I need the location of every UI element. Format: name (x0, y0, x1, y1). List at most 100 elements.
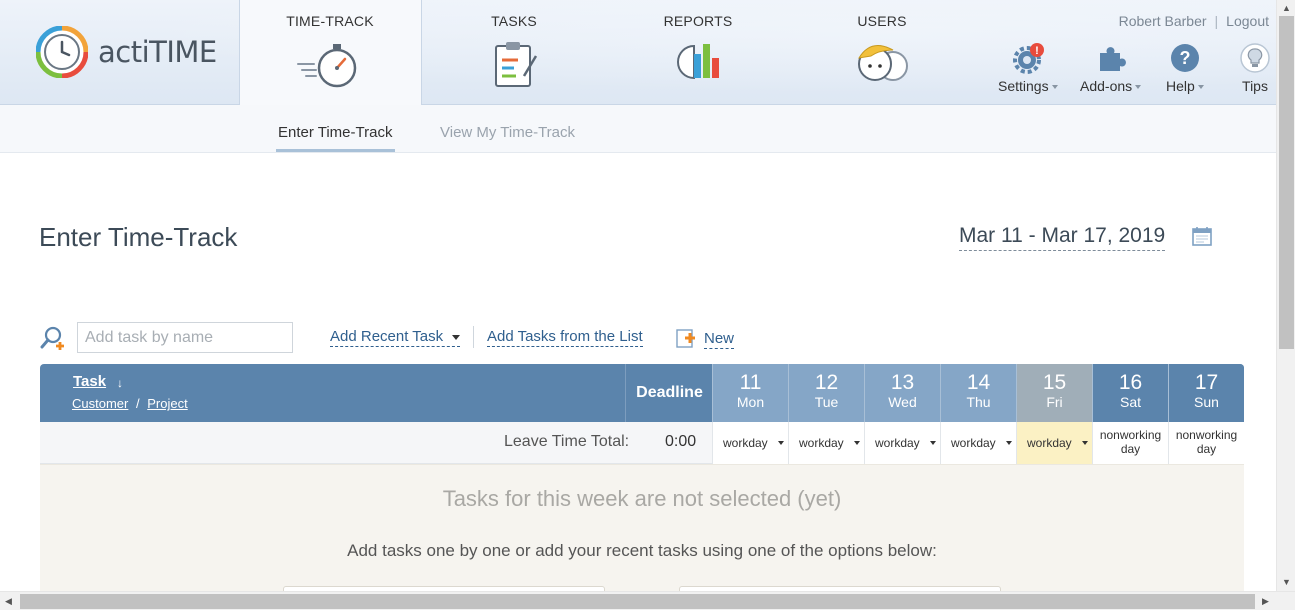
day-header-tue: 12 Tue (788, 364, 864, 422)
day-status-label: workday (875, 436, 920, 450)
day-header-sun: 17 Sun (1168, 364, 1244, 422)
help-label: Help (1166, 78, 1195, 94)
customer-project-header: Customer / Project (72, 396, 188, 411)
puzzle-icon (1099, 47, 1126, 71)
day-status-wed[interactable]: workday (864, 422, 940, 464)
page-title: Enter Time-Track (39, 222, 238, 252)
empty-state-title: Tasks for this week are not selected (ye… (442, 486, 842, 511)
chevron-down-icon (778, 441, 784, 445)
tab-users-label: USERS (857, 13, 907, 29)
calendar-icon[interactable] (1191, 225, 1213, 247)
svg-text:!: ! (1035, 45, 1039, 57)
grid-header: Task ↓ Customer / Project Deadline 11 Mon… (40, 364, 1244, 422)
day-number: 15 (1042, 371, 1067, 394)
day-status-thu[interactable]: workday (940, 422, 1016, 464)
chevron-down-icon (452, 334, 461, 340)
day-number: 14 (966, 371, 991, 394)
empty-state-subtitle: Add tasks one by one or add your recent … (347, 541, 937, 560)
tips-button[interactable]: Tips (1240, 42, 1270, 94)
addons-label: Add-ons (1080, 78, 1133, 94)
chevron-down-icon (930, 441, 936, 445)
customer-project-separator: / (135, 396, 140, 411)
tab-tasks-label: TASKS (491, 13, 537, 29)
tab-time-track-label: TIME-TRACK (286, 13, 374, 29)
day-status-fri[interactable]: workday (1016, 422, 1092, 464)
chevron-down-icon (1197, 85, 1204, 90)
clipboard-icon (495, 42, 538, 87)
page: actiTIME TIME-TRACK TASKS REPORTS USERS … (0, 0, 1295, 610)
sub-navigation (0, 105, 1276, 153)
day-status-tue[interactable]: workday (788, 422, 864, 464)
help-menu[interactable]: ? Help (1166, 42, 1204, 94)
scroll-down-icon[interactable]: ▼ (1282, 577, 1291, 587)
day-status-label: workday (799, 436, 844, 450)
chevron-down-icon (1051, 85, 1058, 90)
vertical-scroll-thumb[interactable] (1279, 16, 1294, 349)
tab-reports[interactable]: REPORTS (623, 0, 773, 104)
new-task-icon[interactable] (676, 327, 698, 349)
day-name: Sun (1194, 394, 1219, 410)
chevron-down-icon (1135, 85, 1142, 90)
leave-time-label: Leave Time Total: (504, 433, 630, 450)
time-track-grid: Task ↓ Customer / Project Deadline 11 Mon… (40, 364, 1244, 610)
help-icon: ? (1170, 44, 1199, 72)
tips-label: Tips (1242, 78, 1268, 94)
scroll-right-icon[interactable]: ▶ (1262, 596, 1269, 607)
task-sort-header[interactable]: Task (73, 373, 106, 390)
toolbar-divider (473, 326, 474, 348)
day-status-mon[interactable]: workday (712, 422, 788, 464)
project-sort-link[interactable]: Project (147, 396, 187, 411)
empty-tasks-panel: Tasks for this week are not selected (ye… (40, 464, 1244, 610)
subtab-enter-time-track[interactable]: Enter Time-Track (278, 124, 392, 141)
day-name: Thu (966, 394, 991, 410)
day-status-label: workday (951, 436, 996, 450)
settings-menu[interactable]: ! Settings (998, 42, 1058, 94)
sort-arrow-icon[interactable]: ↓ (117, 376, 123, 390)
tab-time-track[interactable]: TIME-TRACK (255, 0, 405, 104)
gear-icon: ! (1012, 43, 1044, 74)
deadline-column-header: Deadline (636, 384, 703, 401)
chart-icon (677, 44, 719, 80)
day-status-line2: day (1196, 442, 1217, 456)
add-task-search-input[interactable] (77, 322, 293, 353)
stopwatch-icon (297, 44, 357, 88)
customer-sort-link[interactable]: Customer (72, 396, 128, 411)
day-header-fri: 15 Fri (1016, 364, 1092, 422)
day-status-line1: nonworking (1175, 428, 1238, 442)
chevron-down-icon (1006, 441, 1012, 445)
day-number: 12 (814, 371, 839, 394)
day-status-line1: nonworking (1099, 428, 1162, 442)
add-recent-task-label: Add Recent Task (330, 328, 444, 345)
vertical-scrollbar[interactable]: ▲ ▼ (1276, 0, 1295, 591)
user-bar: Robert Barber | Logout (1119, 13, 1269, 29)
chevron-down-icon (1082, 441, 1088, 445)
scroll-left-icon[interactable]: ◀ (5, 596, 12, 607)
day-name: Sat (1119, 394, 1141, 410)
scroll-up-icon[interactable]: ▲ (1282, 3, 1291, 13)
settings-label: Settings (998, 78, 1049, 94)
users-icon (858, 45, 908, 81)
leave-time-total: 0:00 (665, 433, 697, 450)
subtab-view-my-time-track[interactable]: View My Time-Track (440, 124, 575, 141)
app-logo[interactable]: actiTIME (36, 26, 236, 78)
horizontal-scrollbar[interactable]: ◀ ▶ (0, 591, 1295, 610)
leave-time-row: Leave Time Total: 0:00 workday workday w… (40, 422, 1244, 464)
svg-text:?: ? (1179, 48, 1190, 68)
tab-users[interactable]: USERS (807, 0, 957, 104)
day-header-sat: 16 Sat (1092, 364, 1168, 422)
user-name[interactable]: Robert Barber (1119, 13, 1207, 29)
date-range-selector[interactable]: Mar 11 - Mar 17, 2019 (959, 224, 1166, 251)
day-status-sun: nonworking day (1168, 422, 1244, 464)
new-task-link[interactable]: New (704, 330, 735, 349)
logout-link[interactable]: Logout (1226, 13, 1269, 29)
day-name: Mon (736, 394, 765, 410)
tab-tasks[interactable]: TASKS (439, 0, 589, 104)
day-number: 11 (739, 371, 762, 394)
clock-logo-icon (36, 26, 88, 78)
horizontal-scroll-thumb[interactable] (20, 594, 1255, 609)
search-add-icon (40, 326, 64, 350)
addons-menu[interactable]: Add-ons (1080, 42, 1142, 94)
add-tasks-from-list-link[interactable]: Add Tasks from the List (487, 328, 643, 347)
add-recent-task-dropdown[interactable]: Add Recent Task (330, 328, 461, 347)
day-status-line2: day (1120, 442, 1141, 456)
